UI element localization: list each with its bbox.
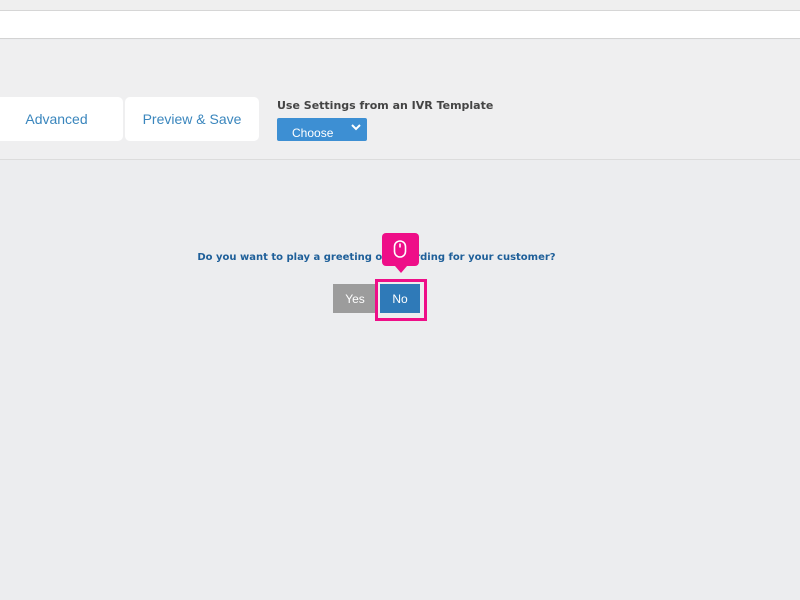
greeting-question: Do you want to play a greeting or record… <box>197 252 556 263</box>
tab-preview-save[interactable]: Preview & Save <box>125 97 259 141</box>
top-strip <box>0 0 800 10</box>
tab-advanced-label: Advanced <box>25 111 88 127</box>
no-button[interactable]: No <box>380 284 420 313</box>
yes-button[interactable]: Yes <box>333 284 377 313</box>
tab-preview-save-label: Preview & Save <box>142 111 242 127</box>
top-toolbar <box>0 10 800 39</box>
tab-advanced[interactable]: Advanced <box>0 97 123 141</box>
chevron-down-icon <box>351 124 361 131</box>
ivr-template-label: Use Settings from an IVR Template <box>277 99 494 112</box>
ivr-template-select-value: Choose <box>292 126 334 140</box>
ivr-template-select[interactable]: Choose <box>277 118 367 141</box>
